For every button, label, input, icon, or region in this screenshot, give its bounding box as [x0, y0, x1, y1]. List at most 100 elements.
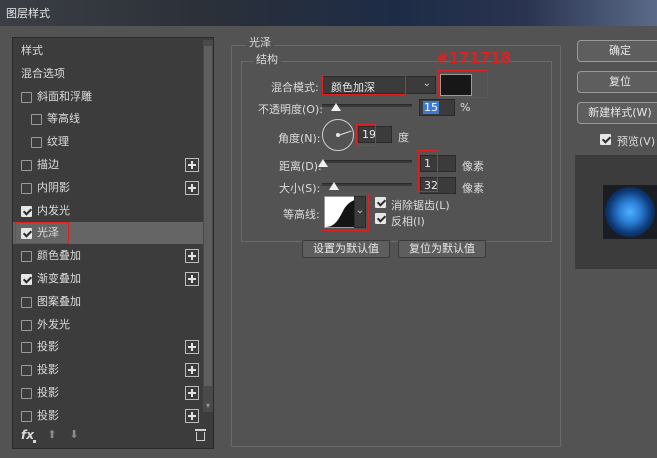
- preview-checkbox[interactable]: [600, 134, 611, 145]
- contour-dropdown-chevron-icon[interactable]: ⌄: [354, 196, 366, 228]
- style-item-checkbox[interactable]: [21, 319, 32, 331]
- style-item-checkbox[interactable]: [21, 91, 32, 103]
- style-item-checkbox[interactable]: [21, 160, 32, 171]
- style-item-checkbox[interactable]: [31, 137, 42, 149]
- opacity-slider[interactable]: [322, 101, 412, 111]
- preview-thumbnail: [603, 185, 657, 239]
- size-label: 大小(S):: [279, 182, 321, 195]
- style-item-label: 描边: [37, 158, 59, 171]
- opacity-value: 15: [423, 101, 439, 114]
- style-item-1[interactable]: 混合选项: [13, 63, 203, 85]
- style-item-checkbox[interactable]: [31, 114, 42, 126]
- distance-slider[interactable]: [317, 157, 412, 167]
- blend-mode-select[interactable]: 颜色加深 ⌄: [322, 76, 436, 94]
- style-item-checkbox[interactable]: [21, 205, 32, 217]
- add-effect-plus-icon[interactable]: [185, 363, 199, 378]
- style-item-label: 纹理: [47, 135, 69, 149]
- scrollbar-thumb[interactable]: [204, 46, 212, 386]
- move-down-arrow-icon[interactable]: ⬇: [69, 429, 79, 441]
- style-item-checkbox[interactable]: [21, 296, 32, 308]
- style-item-0[interactable]: 样式: [13, 40, 203, 62]
- style-item-label: 样式: [21, 44, 43, 57]
- add-effect-plus-icon[interactable]: [185, 340, 199, 355]
- style-item-label: 内发光: [37, 203, 70, 217]
- distance-unit: 像素: [462, 160, 484, 173]
- style-item-5[interactable]: 描边: [13, 154, 203, 176]
- delete-trash-icon[interactable]: [195, 429, 206, 441]
- angle-input[interactable]: 19: [358, 126, 392, 143]
- style-item-label: 投影: [37, 363, 59, 377]
- style-item-label: 外发光: [37, 317, 70, 331]
- style-item-12[interactable]: 外发光: [13, 314, 203, 336]
- style-item-label: 投影: [37, 340, 59, 354]
- add-effect-plus-icon[interactable]: [185, 272, 199, 286]
- antialias-label: 消除锯齿(L): [391, 199, 450, 212]
- angle-value: 19: [362, 128, 376, 141]
- move-up-arrow-icon[interactable]: ⬆: [47, 429, 57, 441]
- style-item-checkbox[interactable]: [21, 410, 32, 422]
- style-item-8[interactable]: 光泽: [13, 222, 203, 245]
- title-bar: 图层样式: [0, 0, 657, 26]
- style-item-checkbox[interactable]: [21, 228, 32, 240]
- preview-label: 预览(V): [617, 135, 656, 148]
- size-input[interactable]: 32: [420, 177, 456, 194]
- style-item-checkbox[interactable]: [21, 274, 32, 285]
- shadow-color-swatch[interactable]: [440, 74, 472, 96]
- style-item-7[interactable]: 内发光: [13, 200, 203, 222]
- opacity-unit: %: [460, 101, 471, 114]
- antialias-checkbox[interactable]: [375, 197, 386, 208]
- satin-section-title: 光泽: [246, 34, 274, 50]
- style-item-checkbox[interactable]: [21, 251, 32, 263]
- reset-button[interactable]: 复位: [577, 71, 657, 93]
- blend-mode-value: 颜色加深: [331, 81, 375, 94]
- angle-dial[interactable]: [322, 119, 354, 151]
- size-slider-knob[interactable]: [328, 182, 339, 190]
- set-default-button[interactable]: 设置为默认值: [302, 240, 390, 258]
- style-item-6[interactable]: 内阴影: [13, 177, 203, 199]
- style-item-checkbox[interactable]: [21, 365, 32, 377]
- add-effect-plus-icon[interactable]: [185, 158, 199, 172]
- style-item-label: 等高线: [47, 112, 80, 126]
- angle-label: 角度(N):: [278, 132, 321, 145]
- distance-input[interactable]: 1: [420, 155, 456, 172]
- add-effect-plus-icon[interactable]: [185, 408, 199, 423]
- invert-checkbox[interactable]: [375, 213, 386, 224]
- style-item-4[interactable]: 纹理: [13, 131, 203, 153]
- style-item-label: 内阴影: [37, 180, 70, 194]
- style-item-2[interactable]: 斜面和浮雕: [13, 86, 203, 108]
- styles-list-footer: fx ⬆ ⬇: [13, 424, 213, 448]
- style-item-label: 混合选项: [21, 66, 65, 80]
- distance-slider-track[interactable]: [322, 160, 412, 163]
- add-effect-plus-icon[interactable]: [185, 386, 199, 400]
- reset-default-button[interactable]: 复位为默认值: [398, 240, 486, 258]
- new-style-button[interactable]: 新建样式(W): [577, 102, 657, 124]
- ok-button[interactable]: 确定: [577, 40, 657, 62]
- style-item-checkbox[interactable]: [21, 182, 32, 194]
- styles-list-scrollbar[interactable]: ▾: [203, 40, 213, 412]
- style-item-label: 投影: [37, 386, 59, 399]
- opacity-slider-knob[interactable]: [330, 103, 341, 111]
- style-item-11[interactable]: 图案叠加: [13, 291, 203, 313]
- style-item-14[interactable]: 投影: [13, 359, 203, 381]
- style-item-13[interactable]: 投影: [13, 336, 203, 358]
- add-effect-plus-icon[interactable]: [185, 249, 199, 264]
- style-item-checkbox[interactable]: [21, 342, 32, 354]
- size-value: 32: [424, 179, 438, 192]
- angle-unit: 度: [398, 131, 409, 144]
- scroll-down-arrow-icon[interactable]: ▾: [204, 402, 212, 410]
- style-item-15[interactable]: 投影: [13, 382, 203, 404]
- style-item-9[interactable]: 颜色叠加: [13, 245, 203, 267]
- add-effect-plus-icon[interactable]: [185, 180, 199, 195]
- size-slider[interactable]: [322, 180, 412, 190]
- styles-list-panel: 样式混合选项斜面和浮雕等高线纹理描边内阴影内发光光泽颜色叠加渐变叠加图案叠加外发…: [12, 37, 214, 449]
- contour-label: 等高线:: [283, 208, 320, 221]
- style-item-checkbox[interactable]: [21, 388, 32, 399]
- distance-slider-knob[interactable]: [317, 159, 328, 167]
- fx-menu-indicator-icon: [33, 440, 36, 443]
- style-item-3[interactable]: 等高线: [13, 108, 203, 130]
- style-item-label: 颜色叠加: [37, 249, 81, 263]
- style-item-label: 渐变叠加: [37, 272, 81, 285]
- style-item-10[interactable]: 渐变叠加: [13, 268, 203, 290]
- opacity-label: 不透明度(O):: [258, 103, 323, 116]
- opacity-input[interactable]: 15: [419, 99, 455, 116]
